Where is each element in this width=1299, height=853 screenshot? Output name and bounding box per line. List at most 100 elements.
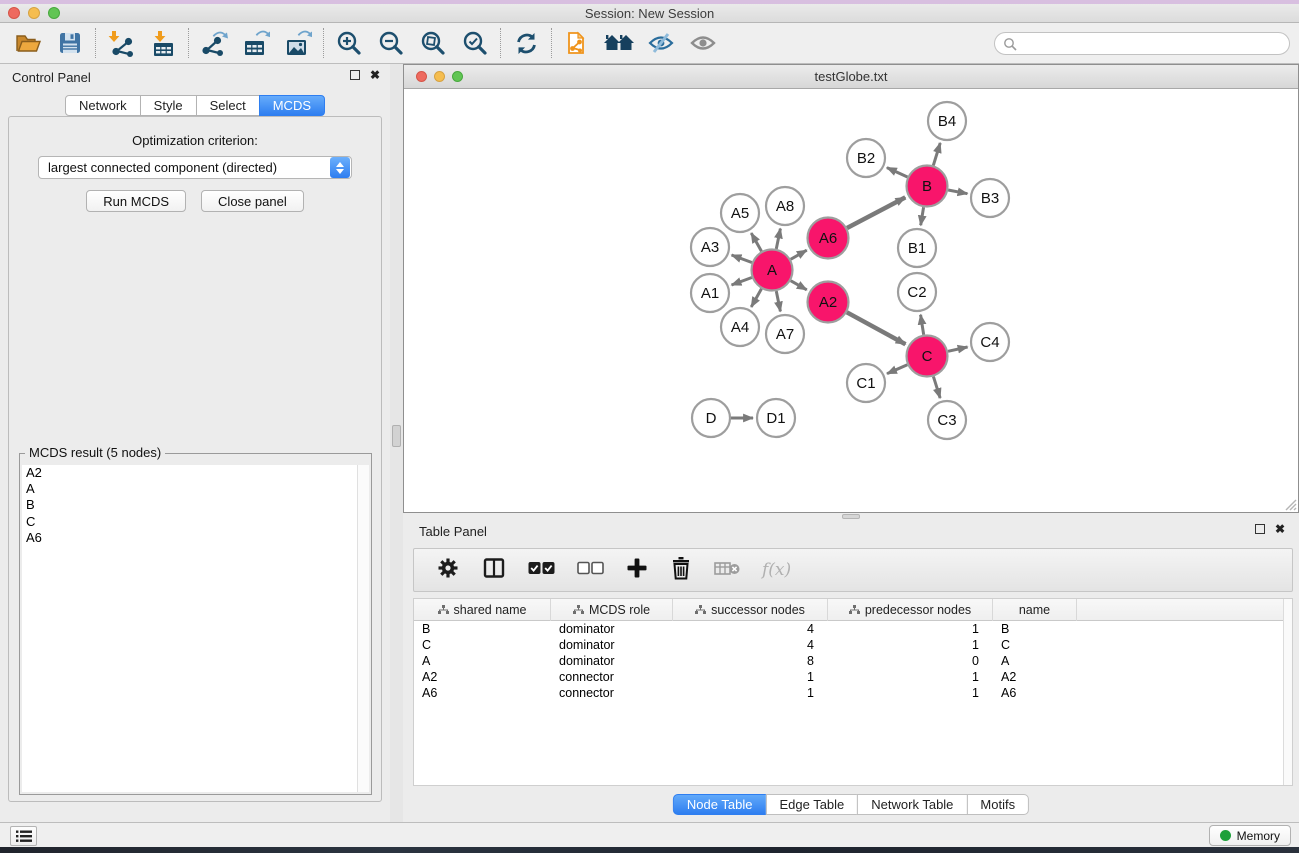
mcds-result-item[interactable]: C bbox=[22, 514, 357, 530]
table-row[interactable]: A6connector11A6 bbox=[414, 685, 1292, 701]
close-table-panel-icon[interactable]: ✖ bbox=[1275, 524, 1285, 534]
graph-node-C[interactable]: C bbox=[907, 336, 948, 377]
table-row[interactable]: Cdominator41C bbox=[414, 637, 1292, 653]
mcds-result-item[interactable]: A bbox=[22, 481, 357, 497]
edge-A-A6[interactable] bbox=[791, 250, 807, 259]
column-header-successor-nodes[interactable]: successor nodes bbox=[673, 599, 828, 621]
graph-node-B1[interactable]: B1 bbox=[898, 229, 936, 267]
task-history-button[interactable] bbox=[10, 826, 37, 846]
float-table-panel-icon[interactable] bbox=[1255, 524, 1265, 534]
tab-mcds[interactable]: MCDS bbox=[259, 95, 325, 116]
table-cell[interactable]: A6 bbox=[993, 685, 1077, 701]
graph-node-B3[interactable]: B3 bbox=[971, 179, 1009, 217]
edge-C-C4[interactable] bbox=[948, 347, 968, 351]
zoom-fit-button[interactable] bbox=[417, 27, 449, 59]
import-network-button[interactable] bbox=[105, 27, 137, 59]
table-cell[interactable]: 1 bbox=[828, 669, 993, 685]
optimization-criterion-select[interactable]: largest connected component (directed) bbox=[38, 156, 352, 179]
graph-node-A3[interactable]: A3 bbox=[691, 228, 729, 266]
graph-node-A6[interactable]: A6 bbox=[808, 218, 849, 259]
edge-A6-B[interactable] bbox=[847, 197, 905, 228]
table-cell[interactable]: A2 bbox=[414, 669, 551, 685]
column-header-shared-name[interactable]: shared name bbox=[414, 599, 551, 621]
show-all-button[interactable] bbox=[687, 27, 719, 59]
graph-node-A[interactable]: A bbox=[752, 250, 793, 291]
graph-node-A8[interactable]: A8 bbox=[766, 187, 804, 225]
table-row[interactable]: A2connector11A2 bbox=[414, 669, 1292, 685]
tab-select[interactable]: Select bbox=[196, 95, 260, 116]
table-cell[interactable]: dominator bbox=[551, 621, 673, 637]
export-network-button[interactable] bbox=[198, 27, 230, 59]
delete-table-button[interactable] bbox=[714, 560, 740, 581]
table-cell[interactable]: 4 bbox=[673, 621, 828, 637]
graph-node-B4[interactable]: B4 bbox=[928, 102, 966, 140]
import-table-button[interactable] bbox=[147, 27, 179, 59]
table-cell[interactable]: 1 bbox=[673, 685, 828, 701]
table-cell[interactable]: connector bbox=[551, 685, 673, 701]
table-cell[interactable]: dominator bbox=[551, 653, 673, 669]
edge-B-B4[interactable] bbox=[933, 143, 940, 165]
table-panel-divider-handle[interactable] bbox=[842, 514, 860, 519]
graph-node-A1[interactable]: A1 bbox=[691, 274, 729, 312]
tab-node-table[interactable]: Node Table bbox=[673, 794, 767, 815]
mcds-result-item[interactable]: B bbox=[22, 497, 357, 513]
graph-node-C2[interactable]: C2 bbox=[898, 273, 936, 311]
resize-grip-icon[interactable] bbox=[1284, 498, 1297, 511]
close-panel-icon[interactable]: ✖ bbox=[370, 70, 380, 80]
zoom-out-button[interactable] bbox=[375, 27, 407, 59]
export-table-button[interactable] bbox=[240, 27, 272, 59]
hide-selected-button[interactable] bbox=[645, 27, 677, 59]
memory-button[interactable]: Memory bbox=[1209, 825, 1291, 846]
mcds-list-scrollbar[interactable] bbox=[357, 465, 369, 792]
tab-motifs[interactable]: Motifs bbox=[966, 794, 1029, 815]
table-cell[interactable]: connector bbox=[551, 669, 673, 685]
column-header-predecessor-nodes[interactable]: predecessor nodes bbox=[828, 599, 993, 621]
float-panel-icon[interactable] bbox=[350, 70, 360, 80]
node-table[interactable]: shared nameMCDS rolesuccessor nodesprede… bbox=[413, 598, 1293, 786]
table-cell[interactable]: A bbox=[414, 653, 551, 669]
network-from-file-button[interactable] bbox=[561, 27, 593, 59]
table-cell[interactable]: A6 bbox=[414, 685, 551, 701]
tab-style[interactable]: Style bbox=[140, 95, 197, 116]
function-builder-button[interactable]: f(x) bbox=[762, 560, 791, 580]
close-panel-button[interactable]: Close panel bbox=[201, 190, 304, 212]
open-session-button[interactable] bbox=[12, 27, 44, 59]
edge-A-A5[interactable] bbox=[751, 233, 761, 251]
table-settings-button[interactable] bbox=[436, 556, 460, 585]
graph-node-B[interactable]: B bbox=[907, 166, 948, 207]
edge-C-C3[interactable] bbox=[933, 377, 940, 399]
graph-node-C4[interactable]: C4 bbox=[971, 323, 1009, 361]
table-cell[interactable]: 4 bbox=[673, 637, 828, 653]
tab-edge-table[interactable]: Edge Table bbox=[765, 794, 858, 815]
divider-handle[interactable] bbox=[392, 425, 401, 447]
network-window-titlebar[interactable]: testGlobe.txt bbox=[404, 65, 1298, 89]
tab-network[interactable]: Network bbox=[65, 95, 141, 116]
tab-network-table[interactable]: Network Table bbox=[857, 794, 967, 815]
edge-C-C2[interactable] bbox=[921, 315, 924, 335]
table-row[interactable]: Adominator80A bbox=[414, 653, 1292, 669]
graph-node-D[interactable]: D bbox=[692, 399, 730, 437]
mcds-result-item[interactable]: A6 bbox=[22, 530, 357, 546]
run-mcds-button[interactable]: Run MCDS bbox=[86, 190, 186, 212]
table-cell[interactable]: A2 bbox=[993, 669, 1077, 685]
deselect-all-button[interactable] bbox=[577, 561, 604, 580]
edge-A-A3[interactable] bbox=[732, 255, 752, 263]
edge-A-A1[interactable] bbox=[732, 277, 752, 285]
mcds-result-item[interactable]: A2 bbox=[22, 465, 357, 481]
graph-node-A5[interactable]: A5 bbox=[721, 194, 759, 232]
table-cell[interactable]: 8 bbox=[673, 653, 828, 669]
table-cell[interactable]: C bbox=[414, 637, 551, 653]
search-input[interactable] bbox=[1017, 35, 1289, 53]
export-image-button[interactable] bbox=[282, 27, 314, 59]
table-cell[interactable]: 0 bbox=[828, 653, 993, 669]
table-cell[interactable]: B bbox=[993, 621, 1077, 637]
home-button[interactable] bbox=[603, 27, 635, 59]
edge-A2-C[interactable] bbox=[847, 312, 906, 344]
edge-A-A7[interactable] bbox=[776, 291, 780, 311]
edge-C-C1[interactable] bbox=[887, 365, 907, 374]
show-column-panel-button[interactable] bbox=[482, 556, 506, 585]
edge-B-B3[interactable] bbox=[948, 190, 967, 194]
edge-A-A4[interactable] bbox=[751, 289, 761, 307]
graph-node-C1[interactable]: C1 bbox=[847, 364, 885, 402]
table-cell[interactable]: 1 bbox=[673, 669, 828, 685]
